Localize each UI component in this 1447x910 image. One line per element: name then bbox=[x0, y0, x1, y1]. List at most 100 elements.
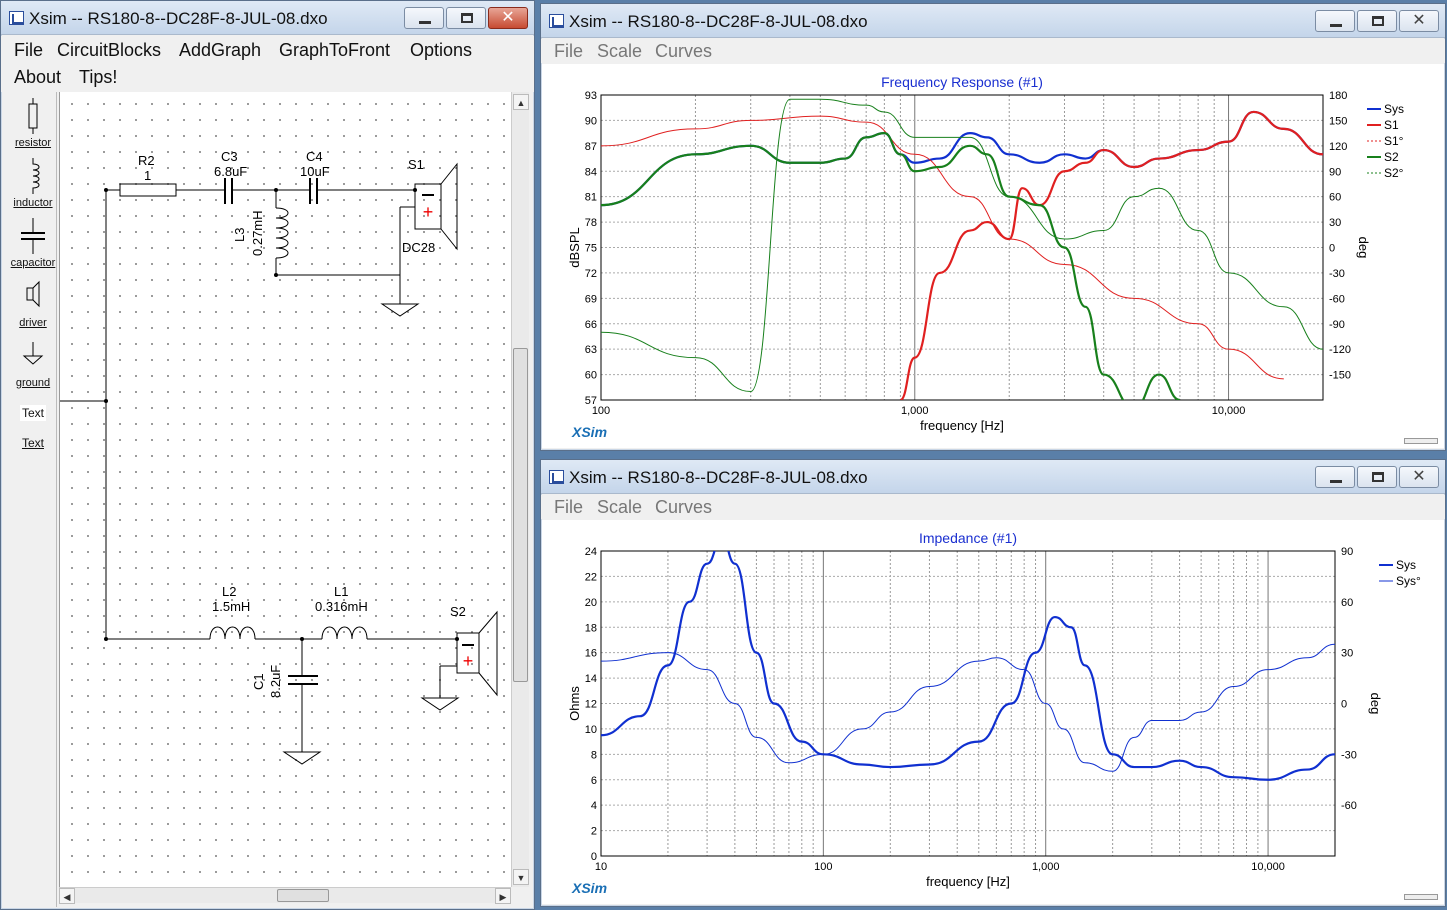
x-axis-label: frequency [Hz] bbox=[926, 874, 1010, 889]
menu-scale[interactable]: Scale bbox=[597, 497, 642, 518]
tool-label: ground bbox=[15, 377, 51, 389]
menu-options[interactable]: Options bbox=[410, 40, 472, 61]
y-tick-label: 87 bbox=[585, 141, 597, 153]
plot-frame bbox=[600, 550, 1336, 857]
series-line-s1 bbox=[899, 110, 1323, 400]
menu-file[interactable]: File bbox=[554, 497, 583, 518]
imp-menubar: File Scale Curves bbox=[541, 495, 1445, 519]
y2-tick-label: -90 bbox=[1329, 319, 1345, 331]
x-tick-label: 100 bbox=[814, 861, 832, 873]
close-button[interactable]: ✕ bbox=[1399, 10, 1439, 32]
tool-text-box[interactable]: Text bbox=[9, 405, 57, 421]
freq-graph-area[interactable]: 93 90 87 84 81 78 75 72 69 66 63 60 57 180 150 120 90 60 3… bbox=[542, 64, 1444, 448]
y2-tick-label: 90 bbox=[1341, 546, 1353, 558]
maximize-button[interactable] bbox=[1357, 10, 1397, 32]
scroll-up-arrow[interactable]: ▲ bbox=[513, 94, 529, 110]
imp-graph-area[interactable]: 24 22 20 18 16 14 12 10 8 6 4 2 0 90 60 30 0 -30 -60 10 100 1… bbox=[542, 520, 1444, 904]
x-tick-label: 10 bbox=[595, 861, 607, 873]
y-tick-label: 12 bbox=[585, 699, 597, 711]
legend-label: S2 bbox=[1384, 150, 1399, 164]
schematic-canvas[interactable]: + + R2 1 C3 6.8uF C4 10uF L3 0.27mH S1 D… bbox=[59, 92, 511, 887]
y2-tick-label: -150 bbox=[1329, 370, 1351, 382]
minimize-button[interactable] bbox=[1315, 466, 1355, 488]
close-icon: ✕ bbox=[1412, 12, 1426, 29]
imp-titlebar[interactable]: Xsim -- RS180-8--DC28F-8-JUL-08.dxo ✕ bbox=[541, 460, 1445, 494]
y2-tick-label: 0 bbox=[1329, 243, 1335, 255]
maximize-icon bbox=[1372, 16, 1384, 26]
menu-graphtofront[interactable]: GraphToFront bbox=[279, 40, 390, 61]
y2-axis-label: deg bbox=[1356, 237, 1371, 259]
y-tick-label: 10 bbox=[585, 724, 597, 736]
xsim-app-icon[interactable] bbox=[549, 14, 564, 28]
tool-resistor[interactable]: resistor bbox=[9, 98, 57, 149]
chart-title: Impedance (#1) bbox=[919, 530, 1017, 546]
menu-curves[interactable]: Curves bbox=[655, 497, 712, 518]
r2-name: R2 bbox=[138, 153, 155, 168]
y2-tick-label: 60 bbox=[1329, 192, 1341, 204]
minimize-button[interactable] bbox=[404, 7, 444, 29]
menu-addgraph[interactable]: AddGraph bbox=[179, 40, 261, 61]
x-tick-label: 100 bbox=[592, 405, 610, 417]
maximize-button[interactable] bbox=[1357, 466, 1397, 488]
y-tick-label: 63 bbox=[585, 344, 597, 356]
resize-grip[interactable] bbox=[1404, 438, 1438, 444]
menu-file[interactable]: File bbox=[14, 40, 43, 61]
inductor-icon bbox=[32, 158, 40, 194]
legend-label: Sys bbox=[1396, 558, 1416, 572]
schematic-vertical-scrollbar[interactable]: ▲ ▼ bbox=[511, 92, 529, 887]
x-tick-label: 1,000 bbox=[1032, 861, 1060, 873]
close-button[interactable]: ✕ bbox=[1399, 466, 1439, 488]
scroll-right-arrow[interactable]: ▶ bbox=[495, 888, 511, 904]
minimize-icon bbox=[1330, 480, 1342, 483]
xsim-brand: XSim bbox=[572, 880, 608, 896]
schematic-titlebar[interactable]: Xsim -- RS180-8--DC28F-8-JUL-08.dxo ✕ bbox=[1, 1, 534, 35]
menu-circuitblocks[interactable]: CircuitBlocks bbox=[57, 40, 161, 61]
legend: Sys Sys° bbox=[1379, 558, 1421, 588]
menu-about[interactable]: About bbox=[14, 67, 61, 88]
driver-icon bbox=[26, 280, 40, 308]
svg-text:+: + bbox=[463, 651, 474, 671]
vertical-scroll-thumb[interactable] bbox=[513, 348, 528, 682]
window-title: Xsim -- RS180-8--DC28F-8-JUL-08.dxo bbox=[29, 9, 328, 28]
tool-ground[interactable]: ground bbox=[9, 338, 57, 389]
y-tick-label: 20 bbox=[585, 597, 597, 609]
maximize-button[interactable] bbox=[446, 7, 486, 29]
close-button[interactable]: ✕ bbox=[488, 7, 528, 29]
legend-label: S1° bbox=[1384, 134, 1404, 148]
y2-tick-label: 0 bbox=[1341, 699, 1347, 711]
minimize-button[interactable] bbox=[1315, 10, 1355, 32]
xsim-app-icon[interactable] bbox=[549, 470, 564, 484]
impedance-window[interactable]: Xsim -- RS180-8--DC28F-8-JUL-08.dxo ✕ Fi… bbox=[540, 459, 1446, 907]
schematic-horizontal-scrollbar[interactable]: ◀ ▶ bbox=[59, 887, 511, 904]
xsim-app-icon[interactable] bbox=[9, 11, 24, 25]
tool-text-link[interactable]: Text bbox=[9, 436, 57, 450]
y2-tick-label: 180 bbox=[1329, 90, 1347, 102]
c4-value: 10uF bbox=[300, 164, 330, 179]
c3-name: C3 bbox=[221, 149, 238, 164]
scroll-left-arrow[interactable]: ◀ bbox=[59, 888, 75, 904]
y-tick-label: 69 bbox=[585, 293, 597, 305]
schematic-window[interactable]: Xsim -- RS180-8--DC28F-8-JUL-08.dxo ✕ Fi… bbox=[0, 0, 535, 910]
maximize-icon bbox=[1372, 472, 1384, 482]
y2-tick-label: -60 bbox=[1341, 800, 1357, 812]
tool-capacitor[interactable]: capacitor bbox=[9, 218, 57, 269]
menu-tips[interactable]: Tips! bbox=[79, 67, 117, 88]
s1-model: DC28 bbox=[402, 240, 435, 255]
menu-scale[interactable]: Scale bbox=[597, 41, 642, 62]
y-tick-label: 24 bbox=[585, 546, 597, 558]
menu-file[interactable]: File bbox=[554, 41, 583, 62]
text-icon: Text bbox=[19, 405, 46, 421]
y-tick-label: 84 bbox=[585, 166, 597, 178]
menu-curves[interactable]: Curves bbox=[655, 41, 712, 62]
horizontal-scroll-thumb[interactable] bbox=[277, 889, 329, 902]
frequency-response-window[interactable]: Xsim -- RS180-8--DC28F-8-JUL-08.dxo ✕ Fi… bbox=[540, 3, 1446, 451]
scroll-down-arrow[interactable]: ▼ bbox=[513, 869, 529, 885]
xsim-brand: XSim bbox=[572, 424, 608, 440]
resize-grip[interactable] bbox=[1404, 894, 1438, 900]
tool-inductor[interactable]: inductor bbox=[9, 158, 57, 209]
freq-titlebar[interactable]: Xsim -- RS180-8--DC28F-8-JUL-08.dxo ✕ bbox=[541, 4, 1445, 38]
c1-name: C1 bbox=[251, 673, 266, 690]
tool-driver[interactable]: driver bbox=[9, 278, 57, 329]
y-tick-label: 72 bbox=[585, 268, 597, 280]
window-title: Xsim -- RS180-8--DC28F-8-JUL-08.dxo bbox=[569, 12, 868, 31]
